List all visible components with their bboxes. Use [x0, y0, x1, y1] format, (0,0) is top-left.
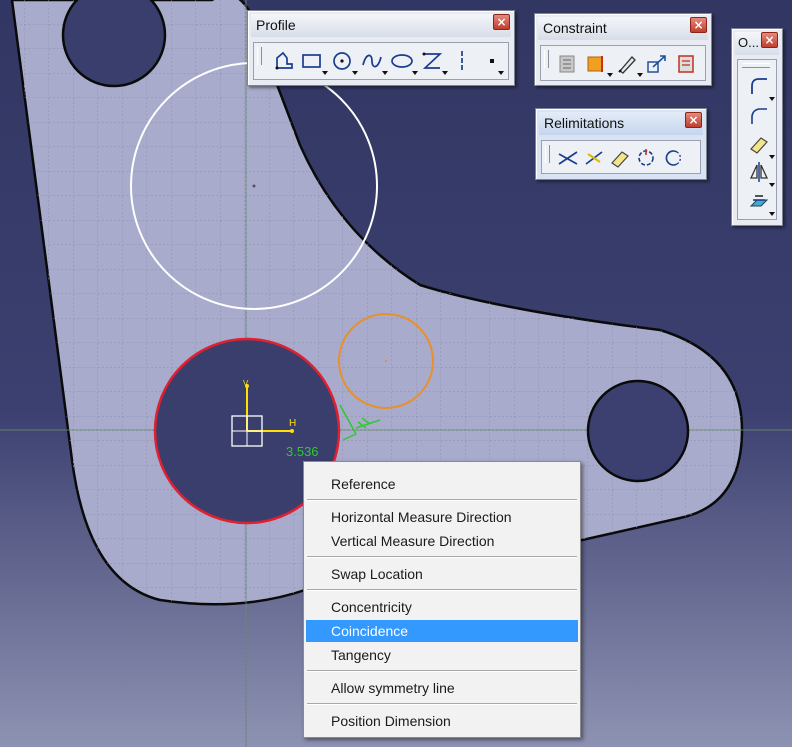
menu-separator [307, 703, 577, 705]
operation-toolbar-body [737, 59, 777, 220]
circle-icon[interactable] [330, 49, 354, 73]
menu-separator [307, 589, 577, 591]
menu-separator [307, 499, 577, 501]
constraint-toolbar-title: Constraint [538, 17, 708, 40]
menu-item-position-dimension[interactable]: Position Dimension [306, 710, 578, 732]
constraint-toolbar[interactable]: Constraint × [534, 13, 712, 86]
spline-icon[interactable] [360, 49, 384, 73]
axis-icon[interactable] [450, 49, 474, 73]
chamfer-icon[interactable] [747, 104, 771, 128]
profile-icon[interactable] [272, 49, 296, 73]
menu-separator [307, 556, 577, 558]
auto-constraint-icon[interactable] [615, 52, 639, 76]
construction-circle-center [252, 184, 256, 188]
complement-icon[interactable] [660, 146, 684, 170]
axis-v-label: V [243, 379, 249, 388]
profile-toolbar-close-button[interactable]: × [493, 14, 510, 30]
toolbar-grip[interactable] [742, 63, 770, 68]
dimension-value[interactable]: 3.536 [286, 444, 319, 459]
point-icon[interactable] [480, 49, 504, 73]
relimitations-toolbar-close-button[interactable]: × [685, 112, 702, 128]
constraint-dialog-icon[interactable] [555, 52, 579, 76]
top-hole [61, 0, 167, 88]
profile-toolbar-body [253, 42, 509, 80]
axis-h-label: H [289, 418, 296, 429]
constraint-toolbar-close-button[interactable]: × [690, 17, 707, 33]
menu-item-horizontal-measure-direction[interactable]: Horizontal Measure Direction [306, 506, 578, 528]
context-menu[interactable]: Reference Horizontal Measure Direction V… [303, 461, 581, 738]
toolbar-grip[interactable] [257, 47, 262, 65]
relimitations-toolbar-body [541, 140, 701, 174]
menu-item-coincidence[interactable]: Coincidence [306, 620, 578, 642]
relimit-icon[interactable] [747, 132, 771, 156]
menu-item-swap-location[interactable]: Swap Location [306, 563, 578, 585]
profile-toolbar-title: Profile [251, 14, 511, 37]
toolbar-grip[interactable] [544, 50, 549, 68]
menu-item-concentricity[interactable]: Concentricity [306, 596, 578, 618]
menu-item-tangency[interactable]: Tangency [306, 644, 578, 666]
right-hole [586, 379, 690, 483]
quick-trim-icon[interactable] [608, 146, 632, 170]
operation-toolbar-close-button[interactable]: × [761, 32, 778, 48]
menu-item-reference[interactable]: Reference [306, 473, 578, 495]
relimitations-toolbar[interactable]: Relimitations × [535, 108, 707, 180]
operation-toolbar[interactable]: O... × [731, 28, 783, 226]
menu-item-allow-symmetry-line[interactable]: Allow symmetry line [306, 677, 578, 699]
corner-icon[interactable] [747, 74, 771, 98]
project-3d-icon[interactable] [747, 190, 771, 214]
edit-multi-constraint-icon[interactable] [675, 52, 699, 76]
ellipse-icon[interactable] [390, 49, 414, 73]
profile-toolbar[interactable]: Profile × [247, 10, 515, 86]
menu-item-vertical-measure-direction[interactable]: Vertical Measure Direction [306, 530, 578, 552]
constraint-icon[interactable] [585, 52, 609, 76]
close-arc-icon[interactable] [634, 146, 658, 170]
rectangle-icon[interactable] [300, 49, 324, 73]
toolbar-grip[interactable] [545, 145, 550, 163]
trim-icon[interactable] [556, 146, 580, 170]
menu-separator [307, 670, 577, 672]
break-icon[interactable] [582, 146, 606, 170]
constraint-toolbar-body [540, 45, 706, 81]
relimitations-toolbar-title: Relimitations [539, 112, 703, 135]
animate-constraint-icon[interactable] [645, 52, 669, 76]
mirror-icon[interactable] [747, 160, 771, 184]
line-icon[interactable] [420, 49, 444, 73]
